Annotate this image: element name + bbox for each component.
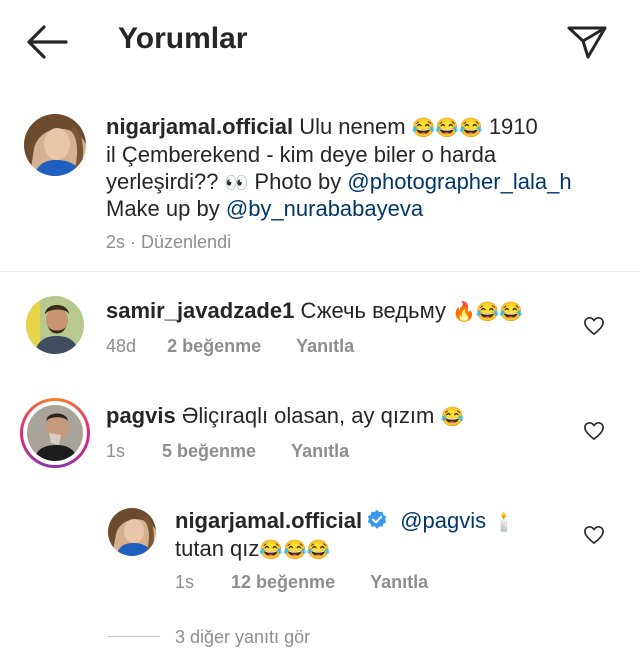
caption-username[interactable]: nigarjamal.official — [106, 114, 293, 139]
comment-avatar[interactable] — [26, 296, 84, 354]
comment-time: 48d — [106, 336, 137, 356]
caption-edited: Düzenlendi — [141, 232, 232, 252]
page-title: Yorumlar — [118, 22, 248, 55]
reply-button[interactable]: Yanıtla — [291, 441, 349, 461]
reply-meta: 1s 12 beğenme Yanıtla — [175, 572, 428, 593]
laughing-emoji-icon: 😂😂😂 — [259, 540, 331, 561]
heart-icon[interactable] — [583, 525, 605, 545]
caption-makeup-by: Make up by — [106, 196, 220, 221]
divider — [0, 271, 640, 272]
comment-meta: 1s 5 beğenme Yanıtla — [106, 441, 349, 462]
story-ring[interactable] — [20, 398, 90, 468]
comment-username[interactable]: samir_javadzade1 — [106, 298, 294, 323]
comment-meta: 48d 2 beğenme Yanıtla — [106, 336, 354, 357]
reply-button[interactable]: Yanıtla — [296, 336, 354, 356]
caption-text-3: yerleşirdi?? — [106, 169, 219, 194]
caption-text-2: il Çemberekend - kim deye biler o harda — [106, 142, 497, 167]
header: Yorumlar — [0, 0, 640, 86]
eyes-emoji-icon: 👀 — [224, 173, 249, 194]
comment-avatar — [27, 405, 83, 461]
caption-year: 1910 — [488, 114, 538, 139]
comment-likes[interactable]: 2 beğenme — [167, 336, 261, 356]
comment-line: pagvis Əliçıraqlı olasan, ay qızım 😂 — [106, 402, 464, 432]
caption-meta: 2s · Düzenlendi — [106, 232, 232, 252]
laughing-emoji-icon: 😂😂😂 — [411, 118, 483, 139]
caption-photo-by: Photo by — [254, 169, 342, 194]
photographer-mention-link[interactable]: @photographer_lala_h — [347, 169, 571, 194]
pagvis-mention-link[interactable]: @pagvis — [400, 508, 486, 533]
caption-text: Ulu nenem — [299, 114, 406, 139]
candle-emoji-icon: 🕯️ — [492, 512, 516, 533]
comment-time: 1s — [106, 441, 126, 461]
view-replies-button[interactable]: 3 diğer yanıtı gör — [175, 627, 310, 648]
caption-avatar[interactable] — [24, 114, 86, 176]
comment-username[interactable]: pagvis — [106, 403, 176, 428]
reply-username[interactable]: nigarjamal.official — [175, 508, 362, 533]
send-icon[interactable] — [566, 24, 608, 60]
view-replies-divider — [108, 636, 160, 637]
reply-likes[interactable]: 12 beğenme — [231, 572, 335, 592]
caption-line-2: il Çemberekend - kim deye biler o harda — [106, 141, 496, 169]
laughing-emoji-icon: 😂 — [440, 407, 465, 428]
reply-button[interactable]: Yanıtla — [370, 572, 428, 592]
reply-line-1: nigarjamal.official @pagvis 🕯️ — [175, 507, 516, 537]
heart-icon[interactable] — [583, 316, 605, 336]
reply-time: 1s — [175, 572, 195, 592]
comment-likes[interactable]: 5 beğenme — [162, 441, 256, 461]
reply-text: tutan qız — [175, 536, 260, 561]
back-arrow-icon[interactable] — [24, 22, 68, 62]
heart-icon[interactable] — [583, 421, 605, 441]
reply-line-2: tutan qız😂😂😂 — [175, 535, 330, 565]
comment-line: samir_javadzade1 Сжечь ведьму 🔥😂😂 — [106, 297, 523, 327]
makeup-artist-mention-link[interactable]: @by_nurababayeva — [226, 196, 423, 221]
caption-line-1: nigarjamal.official Ulu nenem 😂😂😂 1910 — [106, 113, 538, 143]
caption-time: 2s — [106, 232, 126, 252]
caption-line-3: yerleşirdi?? 👀 Photo by @photographer_la… — [106, 168, 572, 198]
verified-badge-icon — [367, 509, 387, 529]
caption-line-4: Make up by @by_nurababayeva — [106, 195, 423, 223]
fire-laughing-emoji-icon: 🔥😂😂 — [452, 302, 524, 323]
reply-avatar[interactable] — [108, 508, 156, 556]
comment-text: Сжечь ведьму — [300, 298, 446, 323]
comment-text: Əliçıraqlı olasan, ay qızım — [181, 403, 435, 428]
